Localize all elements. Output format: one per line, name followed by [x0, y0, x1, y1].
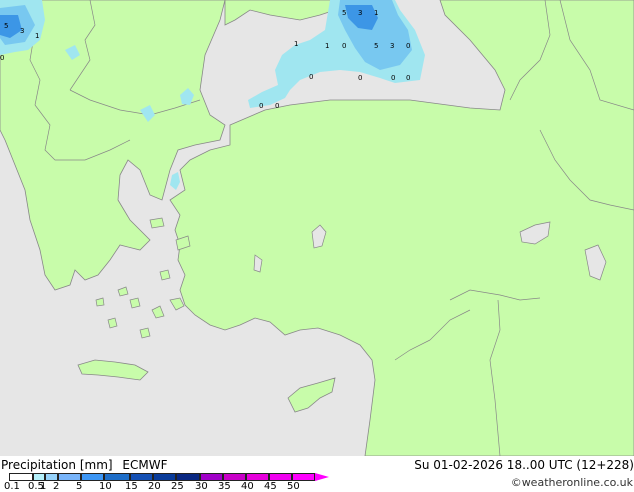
legend-tick-label: 2: [53, 481, 60, 492]
precip-label: 1: [35, 32, 39, 40]
precip-label: 0: [391, 74, 395, 82]
precip-label: 0: [406, 74, 410, 82]
legend-tick-label: 20: [148, 481, 161, 492]
precip-label: 0: [259, 102, 263, 110]
legend-color-box: [45, 473, 58, 481]
legend-tick-label: 35: [218, 481, 231, 492]
legend-color-box: [292, 473, 315, 481]
legend-overflow-arrow: [315, 473, 329, 481]
legend-tick-label: 5: [76, 481, 83, 492]
precip-label: 1: [325, 42, 329, 50]
credit-text: ©weatheronline.co.uk: [510, 476, 633, 489]
precip-label: 1: [374, 9, 378, 17]
precip-label: 3: [390, 42, 394, 50]
precip-label: 5: [374, 42, 378, 50]
legend-color-box: [130, 473, 153, 481]
legend-color-box: [33, 473, 45, 481]
precip-label: 3: [358, 9, 362, 17]
legend-tick-label: 1: [40, 481, 47, 492]
precip-label: 0: [358, 74, 362, 82]
legend-tick-label: 40: [241, 481, 254, 492]
legend-tick-label: 15: [125, 481, 138, 492]
valid-time: Su 01-02-2026 18..00 UTC (12+228): [414, 458, 634, 472]
precip-label: 0: [406, 42, 410, 50]
legend-tick-label: 45: [264, 481, 277, 492]
legend-tick-label: 25: [171, 481, 184, 492]
precipitation-map: 5 3 1 0 1 1 0 5 3 0 0 0 0 0 0 0 5 3 1: [0, 0, 634, 456]
legend-color-box: [223, 473, 246, 481]
legend-color-box: [176, 473, 200, 481]
precip-label: 5: [4, 22, 8, 30]
model-text: ECMWF: [122, 458, 168, 472]
precip-label: 0: [0, 54, 4, 62]
legend-color-box: [81, 473, 104, 481]
legend-tick-label: 30: [195, 481, 208, 492]
precip-label: 0: [309, 73, 313, 81]
legend-color-box: [246, 473, 269, 481]
legend-tick-label: 50: [287, 481, 300, 492]
legend-color-box: [58, 473, 81, 481]
legend-color-box: [9, 473, 33, 481]
precip-label: 3: [20, 27, 24, 35]
legend-tick-label: 0.1: [4, 481, 20, 492]
precip-label: 0: [275, 102, 279, 110]
precip-label: 5: [342, 9, 346, 17]
legend-color-box: [153, 473, 176, 481]
legend-color-box: [269, 473, 292, 481]
title-text: Precipitation [mm]: [1, 458, 113, 472]
precip-label: 0: [342, 42, 346, 50]
legend-color-box: [200, 473, 223, 481]
precip-label: 1: [294, 40, 298, 48]
legend-tick-label: 10: [99, 481, 112, 492]
chart-title: Precipitation [mm] ECMWF: [1, 458, 167, 472]
legend-color-box: [104, 473, 130, 481]
